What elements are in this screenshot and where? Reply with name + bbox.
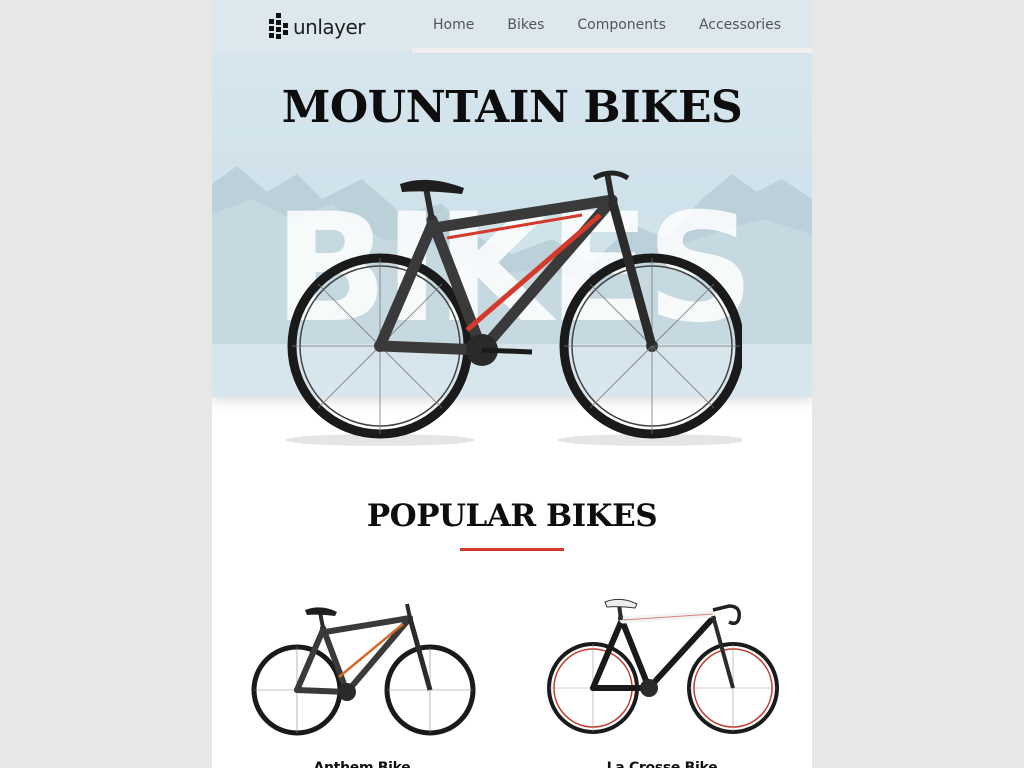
- hero-title: MOUNTAIN BIKES: [281, 82, 743, 133]
- section-title: POPULAR BIKES: [366, 498, 658, 534]
- anthem-bike-image: [251, 603, 476, 736]
- product-card-anthem[interactable]: Anthem Bike: [232, 592, 492, 768]
- unlayer-logo-icon: [269, 13, 288, 39]
- header: unlayer Home Bikes Components Accessorie…: [212, 0, 812, 54]
- brand-name: unlayer: [293, 15, 366, 39]
- section-divider: [460, 548, 564, 551]
- nav-underline: [412, 48, 812, 53]
- nav-item-bikes[interactable]: Bikes: [507, 17, 544, 33]
- email-container: unlayer Home Bikes Components Accessorie…: [212, 0, 812, 768]
- brand-logo[interactable]: unlayer: [269, 13, 366, 41]
- main-nav: Home Bikes Components Accessories: [433, 0, 781, 50]
- nav-item-home[interactable]: Home: [433, 17, 474, 33]
- product-name[interactable]: La Crosse Bike: [532, 760, 792, 768]
- product-name[interactable]: Anthem Bike: [232, 760, 492, 768]
- hero-bike-image: [285, 170, 742, 446]
- nav-item-components[interactable]: Components: [577, 17, 666, 33]
- la-crosse-bike-image: [546, 598, 779, 734]
- nav-item-accessories[interactable]: Accessories: [699, 17, 781, 33]
- product-card-la-crosse[interactable]: La Crosse Bike: [532, 592, 792, 768]
